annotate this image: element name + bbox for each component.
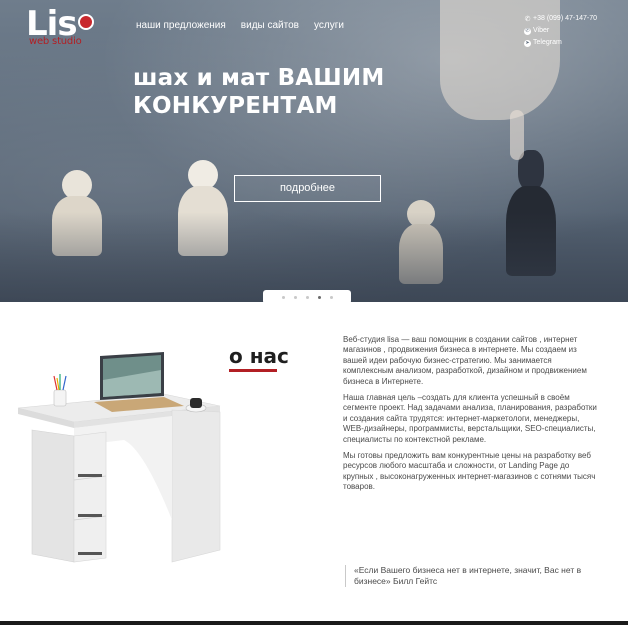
footer-edge [0,621,628,625]
slider-dot-4[interactable] [317,295,321,299]
telegram-label: Telegram [533,39,562,46]
nav-item-offers[interactable]: наши предложения [136,20,226,32]
chessboard-decoration [0,212,628,302]
about-quote: «Если Вашего бизнеса нет в интернете, зн… [345,565,590,587]
hero-banner: Lis web studio наши предложения виды сай… [0,0,628,302]
about-paragraph-1: Веб-студия lisa — ваш помощник в создани… [343,335,587,386]
slider-dot-1[interactable] [281,295,285,299]
slider-dot-3[interactable] [305,295,309,299]
hero-title-line2: КОНКУРЕНТАМ [133,93,338,119]
about-title: о нас [229,344,289,368]
contact-viber[interactable]: ✆ Viber [524,25,597,37]
phone-number: +38 (099) 47-147-70 [533,15,598,22]
telegram-icon: ➤ [524,39,531,47]
contacts: ✆ +38 (099) 47-147-70 ✆ Viber ➤ Telegram [524,13,597,49]
hero-title-line1: шах и мат ВАШИМ [133,65,385,91]
slider-dot-5[interactable] [329,295,333,299]
phone-icon: ✆ [524,15,531,23]
desk-illustration [17,352,221,563]
nav-item-services[interactable]: услуги [314,20,344,32]
about-text: Веб-студия lisa — ваш помощник в создани… [343,335,598,499]
more-button[interactable]: подробнее [234,175,381,202]
contact-telegram[interactable]: ➤ Telegram [524,37,597,49]
viber-icon: ✆ [524,27,531,35]
logo[interactable]: Lis web studio [26,6,106,50]
about-title-underline [229,369,277,372]
about-paragraph-2: Наша главная цель –создать для клиента у… [343,393,597,444]
viber-label: Viber [533,27,550,34]
slider-pagination [263,290,351,304]
logo-subtitle: web studio [29,36,82,47]
hero-title: шах и мат ВАШИМ КОНКУРЕНТАМ [133,64,453,120]
main-nav: наши предложения виды сайтов услуги [136,20,359,32]
nav-item-site-types[interactable]: виды сайтов [241,20,299,32]
contact-phone[interactable]: ✆ +38 (099) 47-147-70 [524,13,597,25]
ladybug-icon [78,14,94,30]
about-paragraph-3: Мы готовы предложить вам конкурентные це… [343,451,596,492]
slider-dot-2[interactable] [293,295,297,299]
